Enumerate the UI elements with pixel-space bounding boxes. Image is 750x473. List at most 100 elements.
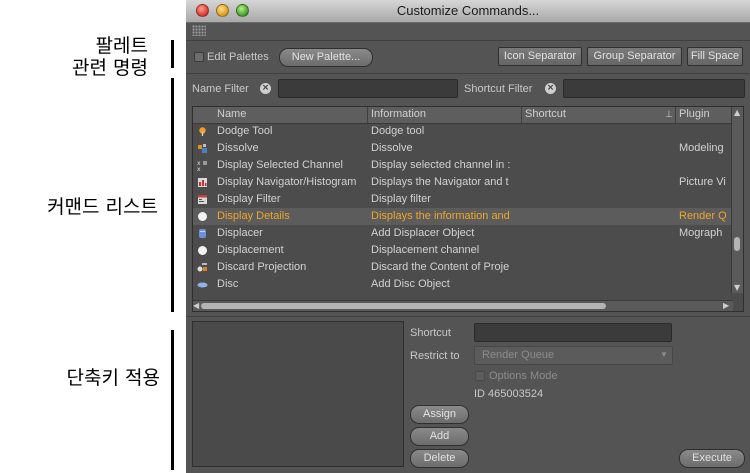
row-name: Display Selected Channel: [217, 159, 343, 171]
command-id: ID 465003524: [474, 388, 544, 400]
options-mode-checkbox[interactable]: [475, 371, 485, 381]
assign-button[interactable]: Assign: [410, 405, 469, 424]
row-name: Displacer: [217, 227, 263, 239]
annotation-bracket-command-list: [171, 78, 174, 312]
displacement-icon: [198, 246, 207, 255]
details-icon: [198, 212, 207, 221]
table-row-selected[interactable]: Display Details Displays the information…: [193, 208, 733, 225]
table-row[interactable]: Dissolve Dissolve Modeling: [193, 140, 733, 157]
projection-icon: [197, 263, 207, 272]
edit-palettes-checkbox[interactable]: [194, 52, 204, 62]
divider: [186, 40, 750, 41]
row-name: Display Navigator/Histogram: [217, 176, 357, 188]
row-plugin: Picture Vi: [679, 176, 726, 188]
table-row[interactable]: Display Navigator/Histogram Displays the…: [193, 174, 733, 191]
table-row[interactable]: Display Filter Display filter: [193, 191, 733, 208]
shortcut-list-panel[interactable]: [192, 321, 404, 467]
row-information: Add Disc Object: [371, 278, 450, 290]
vertical-scroll-thumb[interactable]: [734, 237, 740, 251]
row-plugin: Modeling: [679, 142, 724, 154]
column-divider: [675, 107, 676, 123]
customize-commands-window: Customize Commands... Edit Palettes New …: [186, 0, 750, 473]
column-name[interactable]: Name: [217, 108, 246, 120]
row-plugin: Render Q: [679, 210, 727, 222]
restrict-to-select[interactable]: Render Queue ▼: [474, 346, 673, 365]
scroll-left-icon[interactable]: ◀: [193, 301, 199, 311]
row-name: Displacement: [217, 244, 284, 256]
options-mode-label: Options Mode: [489, 370, 558, 382]
row-information: Display selected channel in :: [371, 159, 511, 171]
row-name: Dissolve: [217, 142, 259, 154]
horizontal-scroll-thumb[interactable]: [201, 303, 606, 309]
displacer-icon: [199, 229, 206, 238]
annotation-command-list: 커맨드 리스트: [47, 196, 158, 218]
table-row[interactable]: Displacer Add Displacer Object Mograph: [193, 225, 733, 242]
row-information: Display filter: [371, 193, 431, 205]
filter-icon: [198, 195, 207, 204]
new-palette-button[interactable]: New Palette...: [279, 48, 373, 67]
icon-separator-button[interactable]: Icon Separator: [498, 47, 582, 66]
shortcut-input[interactable]: [474, 323, 672, 342]
column-shortcut[interactable]: Shortcut: [525, 108, 566, 120]
restrict-to-label: Restrict to: [410, 350, 460, 362]
command-rows: Dodge Tool Dodge tool Dissolve Dissolve …: [193, 123, 733, 293]
delete-button[interactable]: Delete: [410, 449, 469, 468]
edit-palettes-label: Edit Palettes: [207, 51, 269, 63]
column-plugin[interactable]: Plugin: [679, 108, 710, 120]
row-information: Displacement channel: [371, 244, 480, 256]
table-row[interactable]: Displacement Displacement channel: [193, 242, 733, 259]
annotation-bracket-shortcut: [171, 330, 174, 470]
divider: [186, 316, 750, 317]
annotation-palette-line2: 관련 명령: [72, 57, 148, 79]
horizontal-scrollbar[interactable]: ◀ ▶: [193, 300, 733, 311]
annotation-palette: 팔레트 관련 명령: [40, 35, 148, 79]
dodge-tool-icon: [199, 127, 206, 136]
channel-icon: xx: [197, 160, 207, 171]
column-divider: [367, 107, 368, 123]
row-name: Disc: [217, 278, 239, 290]
shortcut-filter-label: Shortcut Filter: [464, 83, 533, 95]
row-name: Display Filter: [217, 193, 281, 205]
group-separator-button[interactable]: Group Separator: [587, 47, 682, 66]
disc-icon: [197, 282, 208, 288]
shortcut-filter-input[interactable]: [563, 79, 745, 98]
execute-button[interactable]: Execute: [679, 449, 745, 468]
row-information: Dodge tool: [371, 125, 425, 137]
name-filter-input[interactable]: [278, 79, 458, 98]
table-row[interactable]: Disc Add Disc Object: [193, 276, 733, 293]
clear-name-filter-icon[interactable]: ×: [260, 83, 271, 94]
row-information: Discard the Content of Proje: [371, 261, 510, 273]
window-title: Customize Commands...: [396, 3, 540, 18]
row-information: Dissolve: [371, 142, 413, 154]
command-list: Name Information Shortcut ⊥ Plugin Dodge…: [192, 106, 744, 312]
scroll-down-icon[interactable]: ▼: [734, 283, 740, 293]
restrict-to-value: Render Queue: [482, 349, 555, 361]
row-name: Dodge Tool: [217, 125, 273, 137]
title-bar: Customize Commands...: [186, 0, 750, 23]
chevron-down-icon: ▼: [660, 350, 668, 359]
table-row[interactable]: Discard Projection Discard the Content o…: [193, 259, 733, 276]
annotation-palette-line1: 팔레트: [95, 35, 148, 57]
annotation-bracket-palette: [171, 40, 174, 68]
row-plugin: Mograph: [679, 227, 723, 239]
navigator-icon: [198, 178, 207, 187]
scroll-right-icon[interactable]: ▶: [723, 301, 729, 311]
row-name: Display Details: [217, 210, 290, 222]
table-row[interactable]: Dodge Tool Dodge tool: [193, 123, 733, 140]
vertical-scrollbar[interactable]: ▲ ▼: [731, 107, 743, 293]
table-row[interactable]: xx Display Selected Channel Display sele…: [193, 157, 733, 174]
sort-indicator-icon: ⊥: [665, 109, 673, 119]
row-information: Displays the information and: [371, 210, 510, 222]
divider: [186, 73, 750, 74]
add-button[interactable]: Add: [410, 427, 469, 446]
scroll-up-icon[interactable]: ▲: [734, 108, 740, 118]
annotation-shortcut-apply: 단축키 적용: [66, 367, 160, 389]
panel-grip-icon[interactable]: [192, 25, 206, 36]
column-information[interactable]: Information: [371, 108, 426, 120]
clear-shortcut-filter-icon[interactable]: ×: [545, 83, 556, 94]
row-information: Add Displacer Object: [371, 227, 475, 239]
row-name: Discard Projection: [217, 261, 307, 273]
row-information: Displays the Navigator and t: [371, 176, 509, 188]
fill-space-button[interactable]: Fill Space: [687, 47, 743, 66]
shortcut-label: Shortcut: [410, 327, 451, 339]
